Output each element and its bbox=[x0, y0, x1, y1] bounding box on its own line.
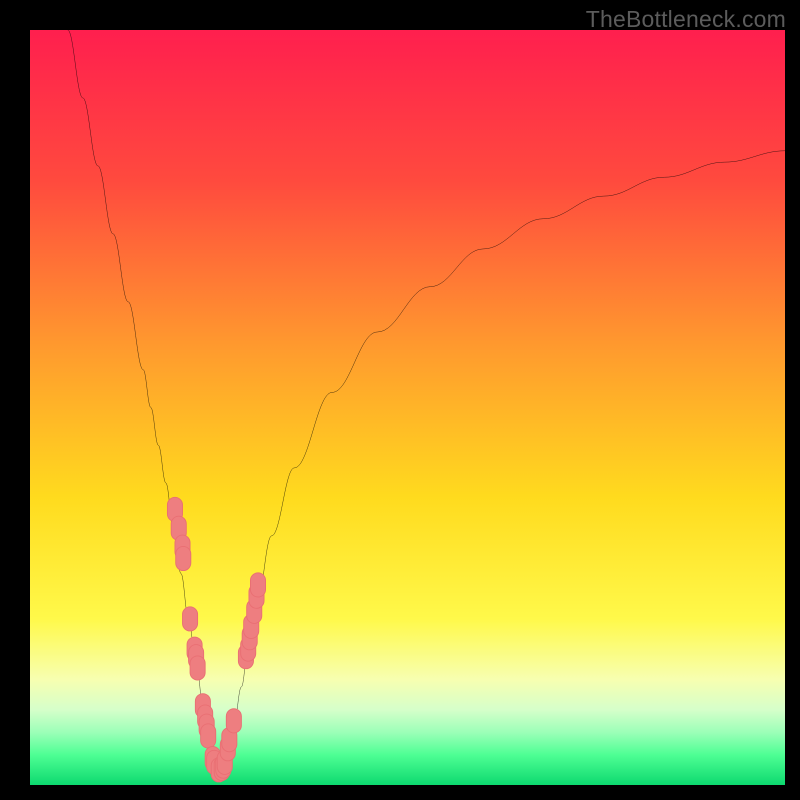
watermark-text: TheBottleneck.com bbox=[586, 6, 786, 33]
data-marker bbox=[190, 656, 205, 680]
data-marker bbox=[201, 724, 216, 748]
chart-frame: TheBottleneck.com bbox=[0, 0, 800, 800]
data-marker bbox=[176, 546, 191, 570]
curve-right-branch bbox=[219, 151, 785, 770]
data-marker bbox=[226, 709, 241, 733]
data-marker bbox=[183, 607, 198, 631]
plot-area bbox=[30, 30, 785, 785]
data-marker bbox=[250, 573, 265, 597]
chart-curves bbox=[30, 30, 785, 785]
